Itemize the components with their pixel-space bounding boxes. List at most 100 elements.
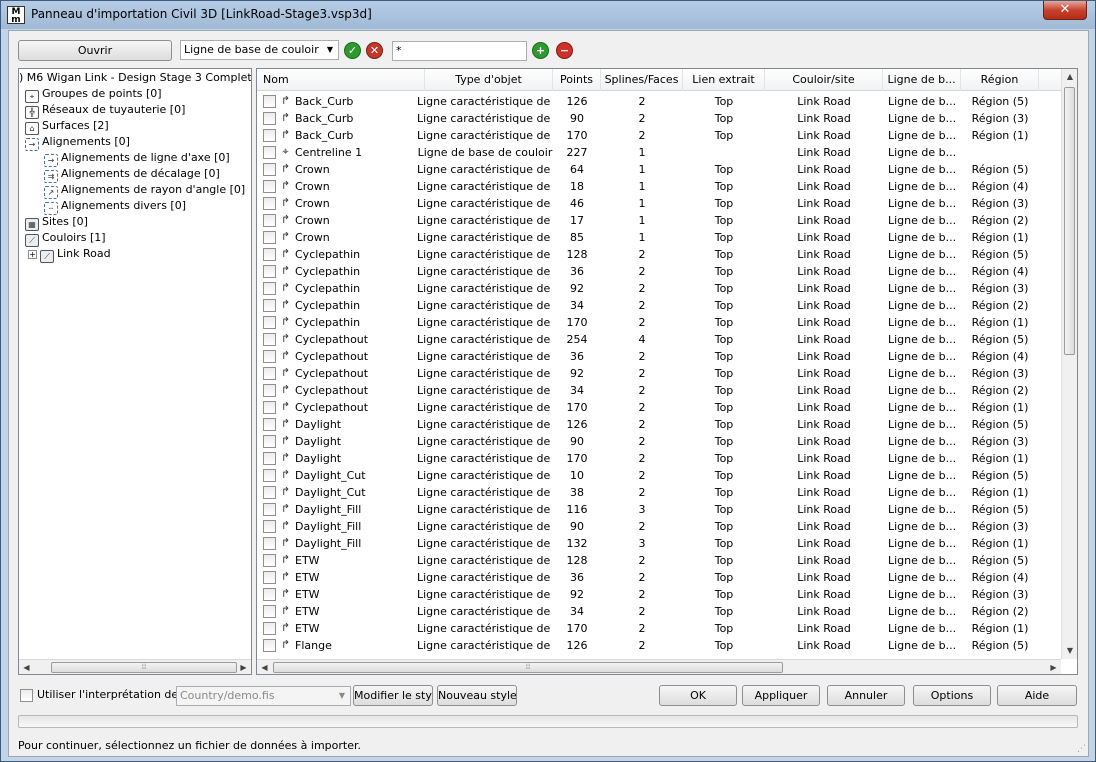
column-header-link[interactable]: Lien extrait xyxy=(683,69,765,91)
row-checkbox[interactable] xyxy=(263,486,276,499)
table-row[interactable]: ↱ Cyclepathin Ligne caractéristique de ...… xyxy=(257,297,1062,314)
table-row[interactable]: ↱ Daylight_Fill Ligne caractéristique de .… xyxy=(257,501,1062,518)
row-checkbox[interactable] xyxy=(263,503,276,516)
column-header-region[interactable]: Région xyxy=(961,69,1039,91)
row-checkbox[interactable] xyxy=(263,163,276,176)
help-button[interactable]: Aide xyxy=(997,685,1077,706)
row-checkbox[interactable] xyxy=(263,571,276,584)
scroll-up-icon[interactable]: ▲ xyxy=(1062,69,1077,85)
scroll-down-icon[interactable]: ▼ xyxy=(1062,643,1077,659)
table-row[interactable]: ↱ Cyclepathout Ligne caractéristique de ..… xyxy=(257,382,1062,399)
table-row[interactable]: ⌖ Centreline 1 Ligne de base de couloir 227… xyxy=(257,144,1062,161)
column-header-name[interactable]: Nom xyxy=(257,69,425,91)
row-checkbox[interactable] xyxy=(263,367,276,380)
grid-horizontal-scrollbar[interactable]: ◀ ⦙⦙⦙ ▶ xyxy=(257,659,1061,674)
close-button[interactable]: ✕ xyxy=(1043,1,1087,20)
row-checkbox[interactable] xyxy=(263,435,276,448)
apply-button[interactable]: Appliquer xyxy=(742,685,820,706)
row-checkbox[interactable] xyxy=(263,622,276,635)
row-checkbox[interactable] xyxy=(263,129,276,142)
table-row[interactable]: ↱ Cyclepathout Ligne caractéristique de ..… xyxy=(257,331,1062,348)
interpretation-file-combo[interactable]: Country/demo.fis ▼ xyxy=(176,686,351,706)
row-checkbox[interactable] xyxy=(263,299,276,312)
scroll-right-icon[interactable]: ▶ xyxy=(236,660,251,674)
row-checkbox[interactable] xyxy=(263,214,276,227)
tree-item-surfaces[interactable]: ⌂ Surfaces [2] xyxy=(25,118,109,135)
accept-icon[interactable]: ✓ xyxy=(344,42,361,59)
table-row[interactable]: ↱ Crown Ligne caractéristique de ... 17 1 Top… xyxy=(257,212,1062,229)
reject-icon[interactable]: ✕ xyxy=(366,42,383,59)
column-header-type[interactable]: Type d'objet xyxy=(425,69,553,91)
tree-horizontal-scrollbar[interactable]: ◀ ⦙⦙⦙ ▶ xyxy=(19,659,251,674)
column-header-points[interactable]: Points xyxy=(553,69,601,91)
row-checkbox[interactable] xyxy=(263,231,276,244)
row-checkbox[interactable] xyxy=(263,248,276,261)
row-checkbox[interactable] xyxy=(263,605,276,618)
tree-item-alignments[interactable]: → Alignements [0] xyxy=(25,134,130,151)
open-button[interactable]: Ouvrir xyxy=(18,40,172,61)
tree-item-curb-return-alignments[interactable]: ↗ Alignements de rayon d'angle [0] xyxy=(44,182,245,199)
table-row[interactable]: ↱ Daylight Ligne caractéristique de ... 126… xyxy=(257,416,1062,433)
table-row[interactable]: ↱ Daylight Ligne caractéristique de ... 90 2… xyxy=(257,433,1062,450)
tree-item-misc-alignments[interactable]: ┄ Alignements divers [0] xyxy=(44,198,186,215)
row-checkbox[interactable] xyxy=(263,95,276,108)
tree-item-corridors[interactable]: ⟋ Couloirs [1] xyxy=(25,230,106,247)
use-interpretation-checkbox[interactable] xyxy=(20,689,33,702)
scroll-thumb[interactable]: ⦙⦙⦙ xyxy=(51,662,237,673)
row-checkbox[interactable] xyxy=(263,401,276,414)
row-checkbox[interactable] xyxy=(263,520,276,533)
column-header-splines[interactable]: Splines/Faces xyxy=(601,69,683,91)
row-checkbox[interactable] xyxy=(263,282,276,295)
table-row[interactable]: ↱ Cyclepathout Ligne caractéristique de ..… xyxy=(257,365,1062,382)
table-row[interactable]: ↱ Daylight_Fill Ligne caractéristique de .… xyxy=(257,518,1062,535)
tree-item-centerline-alignments[interactable]: → Alignements de ligne d'axe [0] xyxy=(44,150,230,167)
filter-input[interactable]: * xyxy=(392,41,527,61)
remove-icon[interactable]: − xyxy=(556,42,573,59)
table-row[interactable]: ↱ Daylight Ligne caractéristique de ... 170… xyxy=(257,450,1062,467)
object-type-combo[interactable]: Ligne de base de couloir ▼ xyxy=(180,40,339,60)
row-checkbox[interactable] xyxy=(263,452,276,465)
table-row[interactable]: ↱ ETW Ligne caractéristique de ... 36 2 Top Li… xyxy=(257,569,1062,586)
tree-item-link-road[interactable]: + ⟋ Link Road xyxy=(28,246,111,263)
table-row[interactable]: ↱ ETW Ligne caractéristique de ... 92 2 Top Li… xyxy=(257,586,1062,603)
resize-grip-icon[interactable]: ⋰ xyxy=(1077,744,1086,754)
row-checkbox[interactable] xyxy=(263,384,276,397)
modify-style-button[interactable]: Modifier le style... xyxy=(353,685,433,706)
table-row[interactable]: ↱ Crown Ligne caractéristique de ... 46 1 Top… xyxy=(257,195,1062,212)
row-checkbox[interactable] xyxy=(263,197,276,210)
table-row[interactable]: ↱ Cyclepathin Ligne caractéristique de ...… xyxy=(257,314,1062,331)
expand-icon[interactable]: + xyxy=(28,250,37,259)
table-row[interactable]: ↱ Cyclepathin Ligne caractéristique de ...… xyxy=(257,246,1062,263)
table-row[interactable]: ↱ Back_Curb Ligne caractéristique de ... 90… xyxy=(257,110,1062,127)
row-checkbox[interactable] xyxy=(263,639,276,652)
scroll-left-icon[interactable]: ◀ xyxy=(257,660,272,674)
row-checkbox[interactable] xyxy=(263,350,276,363)
add-icon[interactable]: + xyxy=(532,42,549,59)
table-row[interactable]: ↱ Cyclepathin Ligne caractéristique de ...… xyxy=(257,280,1062,297)
tree-item-pipe-networks[interactable]: ╬ Réseaux de tuyauterie [0] xyxy=(25,102,185,119)
row-checkbox[interactable] xyxy=(263,180,276,193)
row-checkbox[interactable] xyxy=(263,146,276,159)
source-tree[interactable]: ) M6 Wigan Link - Design Stage 3 Complet… xyxy=(18,68,252,675)
table-row[interactable]: ↱ ETW Ligne caractéristique de ... 128 2 Top L… xyxy=(257,552,1062,569)
tree-item-offset-alignments[interactable]: ⇉ Alignements de décalage [0] xyxy=(44,166,220,183)
table-row[interactable]: ↱ Flange Ligne caractéristique de ... 126 2 T… xyxy=(257,637,1062,654)
row-checkbox[interactable] xyxy=(263,588,276,601)
table-row[interactable]: ↱ Back_Curb Ligne caractéristique de ... 12… xyxy=(257,93,1062,110)
column-header-baseline[interactable]: Ligne de b... xyxy=(883,69,961,91)
row-checkbox[interactable] xyxy=(263,112,276,125)
tree-item-sites[interactable]: ▦ Sites [0] xyxy=(25,214,88,231)
table-row[interactable]: ↱ Crown Ligne caractéristique de ... 85 1 Top… xyxy=(257,229,1062,246)
row-checkbox[interactable] xyxy=(263,333,276,346)
row-checkbox[interactable] xyxy=(263,316,276,329)
table-row[interactable]: ↱ ETW Ligne caractéristique de ... 170 2 Top L… xyxy=(257,620,1062,637)
cancel-button[interactable]: Annuler xyxy=(827,685,905,706)
row-checkbox[interactable] xyxy=(263,554,276,567)
scroll-right-icon[interactable]: ▶ xyxy=(1046,660,1061,674)
grid-vertical-scrollbar[interactable]: ▲ ▼ xyxy=(1061,69,1077,659)
table-row[interactable]: ↱ Crown Ligne caractéristique de ... 18 1 Top… xyxy=(257,178,1062,195)
table-row[interactable]: ↱ Cyclepathout Ligne caractéristique de ..… xyxy=(257,399,1062,416)
row-checkbox[interactable] xyxy=(263,537,276,550)
row-checkbox[interactable] xyxy=(263,418,276,431)
table-row[interactable]: ↱ Daylight_Cut Ligne caractéristique de ..… xyxy=(257,484,1062,501)
